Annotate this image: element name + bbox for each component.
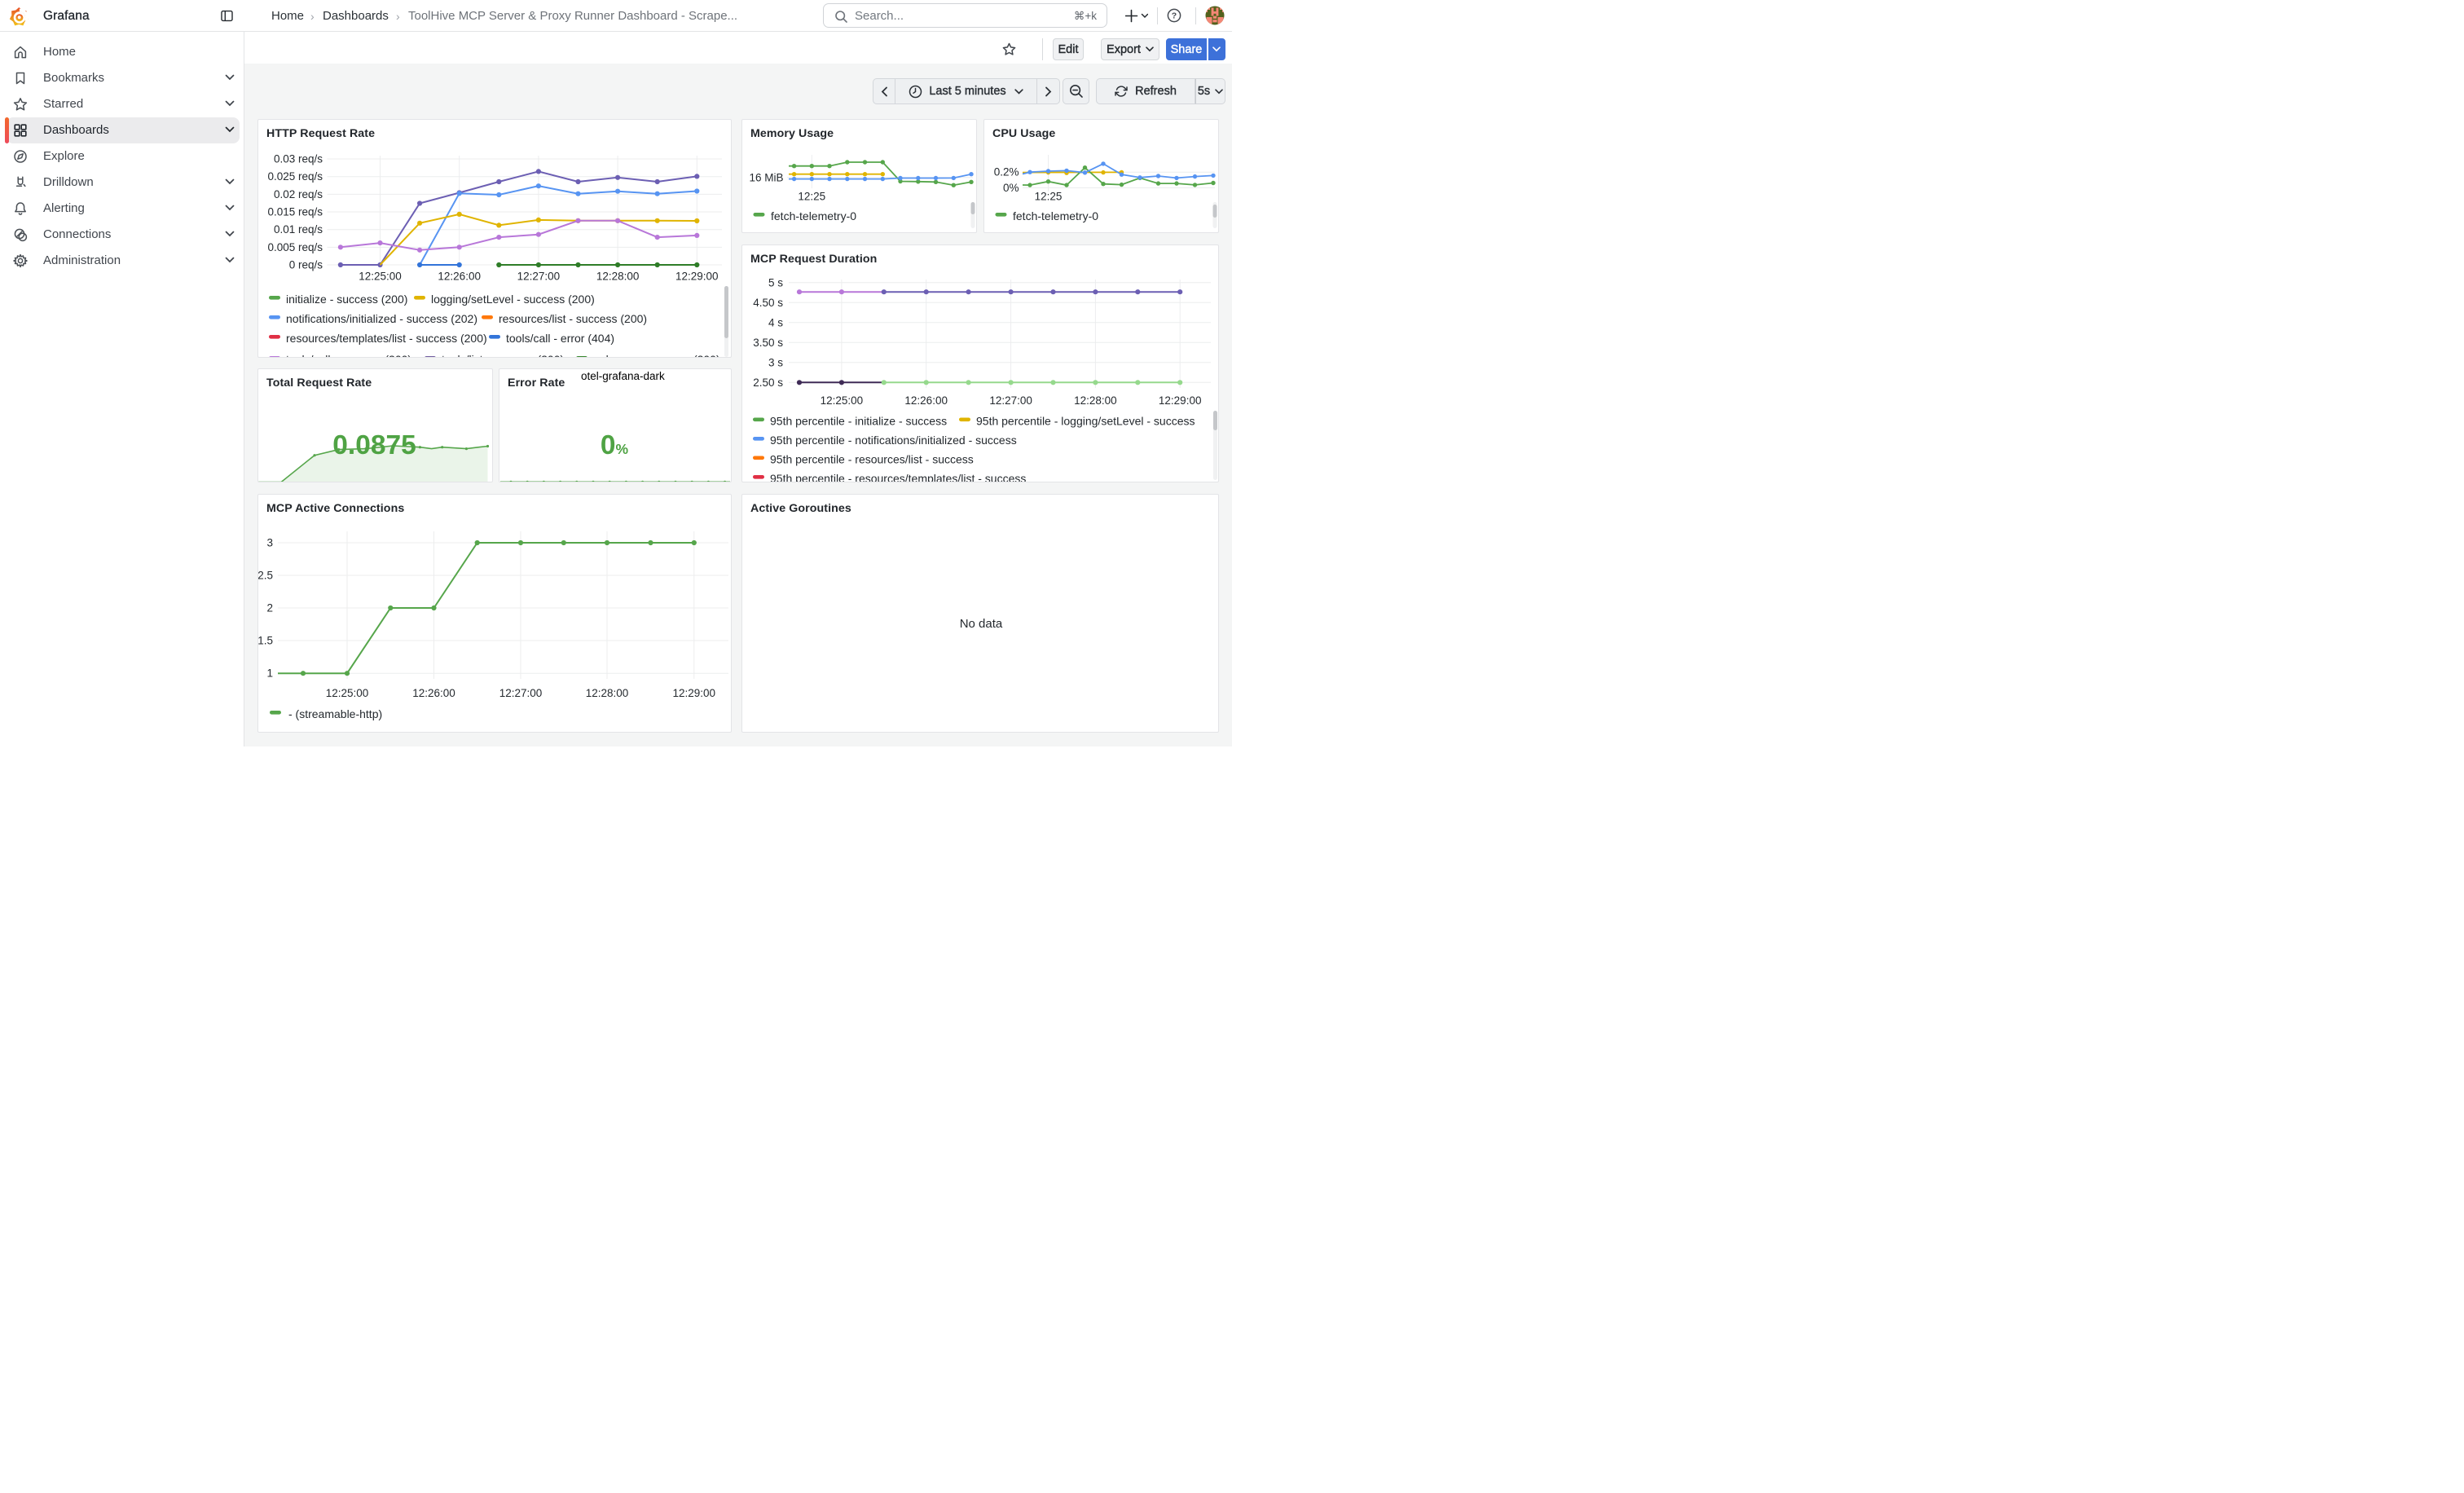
svg-text:12:25: 12:25 xyxy=(1035,191,1063,203)
svg-text:12:29:00: 12:29:00 xyxy=(1159,394,1202,407)
svg-text:tools/call - success (200): tools/call - success (200) xyxy=(286,353,411,357)
svg-text:4.50 s: 4.50 s xyxy=(753,297,783,309)
svg-text:2: 2 xyxy=(266,602,273,614)
svg-text:12:25:00: 12:25:00 xyxy=(326,687,369,699)
svg-text:tools/call - error (404): tools/call - error (404) xyxy=(506,332,614,345)
svg-text:0.025 req/s: 0.025 req/s xyxy=(267,170,323,183)
svg-text:?: ? xyxy=(1172,11,1177,21)
svg-text:5 s: 5 s xyxy=(768,276,783,288)
svg-text:12:29:00: 12:29:00 xyxy=(673,687,716,699)
svg-text:12:26:00: 12:26:00 xyxy=(904,394,948,407)
svg-text:fetch-telemetry-0: fetch-telemetry-0 xyxy=(1013,209,1098,222)
svg-text:notifications/initialized - su: notifications/initialized - success (202… xyxy=(286,312,477,325)
svg-text:95th percentile - logging/setL: 95th percentile - logging/setLevel - suc… xyxy=(976,415,1195,428)
svg-text:0.0875: 0.0875 xyxy=(332,430,416,460)
svg-text:0.02 req/s: 0.02 req/s xyxy=(274,188,323,200)
svg-text:0.015 req/s: 0.015 req/s xyxy=(267,206,323,218)
svg-text:12:28:00: 12:28:00 xyxy=(1074,394,1117,407)
svg-text:2.50 s: 2.50 s xyxy=(753,377,783,389)
svg-text:0 req/s: 0 req/s xyxy=(289,259,323,271)
svg-text:fetch-telemetry-0: fetch-telemetry-0 xyxy=(771,209,856,222)
svg-text:12:29:00: 12:29:00 xyxy=(675,271,719,283)
svg-text:12:25:00: 12:25:00 xyxy=(359,271,402,283)
svg-text:0.005 req/s: 0.005 req/s xyxy=(267,241,323,253)
svg-text:12:25:00: 12:25:00 xyxy=(821,394,864,407)
svg-text:- (streamable-http): - (streamable-http) xyxy=(288,707,382,720)
svg-text:resources/list - success (200): resources/list - success (200) xyxy=(499,312,647,325)
svg-text:95th percentile - resources/te: 95th percentile - resources/templates/li… xyxy=(770,472,1026,482)
svg-text:4 s: 4 s xyxy=(768,316,783,328)
svg-text:0.2%: 0.2% xyxy=(994,166,1019,178)
svg-text:0%: 0% xyxy=(601,430,629,460)
svg-text:2.5: 2.5 xyxy=(258,570,273,582)
svg-text:3: 3 xyxy=(266,537,273,549)
svg-text:0%: 0% xyxy=(1003,182,1019,194)
svg-text:95th percentile - initialize -: 95th percentile - initialize - success xyxy=(770,415,947,428)
svg-text:95th percentile - resources/li: 95th percentile - resources/list - succe… xyxy=(770,453,974,466)
svg-text:0.01 req/s: 0.01 req/s xyxy=(274,223,323,236)
svg-text:0.03 req/s: 0.03 req/s xyxy=(274,153,323,165)
svg-text:16 MiB: 16 MiB xyxy=(749,171,783,183)
svg-text:12:26:00: 12:26:00 xyxy=(412,687,455,699)
svg-text:12:27:00: 12:27:00 xyxy=(989,394,1032,407)
svg-text:12:27:00: 12:27:00 xyxy=(499,687,543,699)
svg-text:3.50 s: 3.50 s xyxy=(753,337,783,349)
svg-text:1.5: 1.5 xyxy=(258,635,273,647)
svg-text:12:26:00: 12:26:00 xyxy=(438,271,481,283)
svg-text:1: 1 xyxy=(266,667,273,680)
svg-text:logging/setLevel - success (20: logging/setLevel - success (200) xyxy=(431,293,595,306)
svg-text:initialize - success (200): initialize - success (200) xyxy=(286,293,407,306)
svg-text:12:28:00: 12:28:00 xyxy=(586,687,629,699)
svg-text:12:28:00: 12:28:00 xyxy=(596,271,640,283)
svg-text:resources/templates/list - suc: resources/templates/list - success (200) xyxy=(286,332,487,345)
svg-text:unknown - success (200): unknown - success (200) xyxy=(593,353,720,357)
svg-text:tools/list - success (200): tools/list - success (200) xyxy=(442,353,564,357)
svg-text:3 s: 3 s xyxy=(768,356,783,368)
svg-text:95th percentile - notification: 95th percentile - notifications/initiali… xyxy=(770,434,1017,447)
svg-text:12:25: 12:25 xyxy=(798,191,825,203)
svg-text:12:27:00: 12:27:00 xyxy=(517,271,561,283)
